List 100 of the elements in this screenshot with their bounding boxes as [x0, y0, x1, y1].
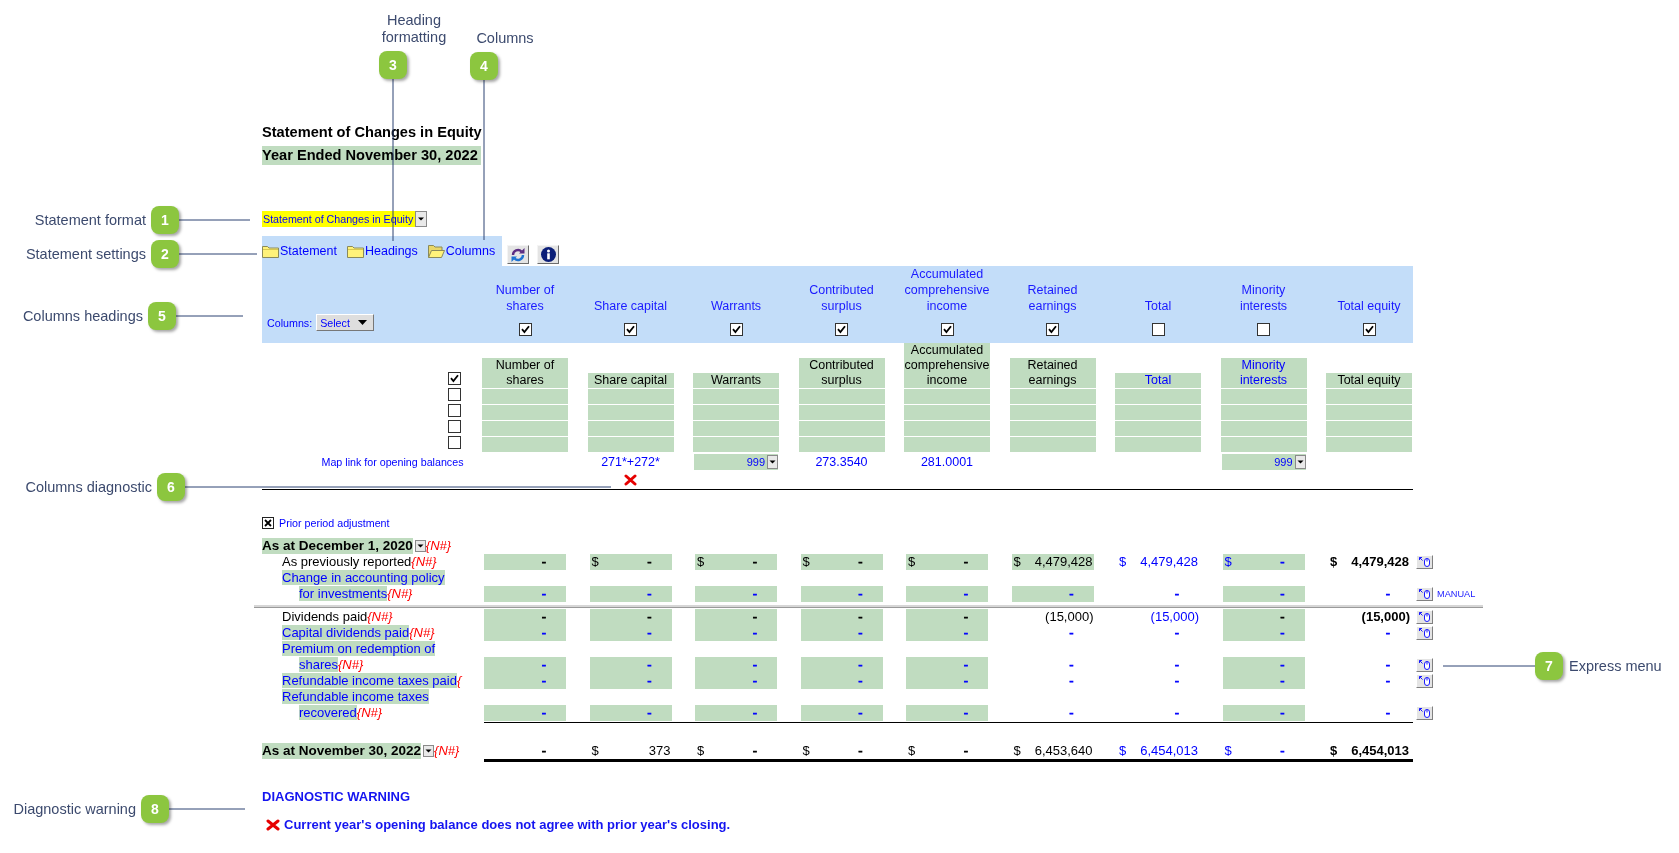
statement-format-dropdown[interactable]: Statement of Changes in Equity: [262, 211, 428, 227]
amount-field[interactable]: -: [484, 705, 566, 721]
amount-field[interactable]: -: [484, 673, 566, 689]
amount-field[interactable]: -: [1222, 673, 1305, 689]
heading-input-field[interactable]: [798, 421, 885, 436]
heading-input-field[interactable]: [1009, 389, 1096, 404]
checkbox[interactable]: [447, 404, 461, 417]
heading-input-field[interactable]: [1220, 389, 1307, 404]
amount-field[interactable]: -: [1222, 586, 1305, 602]
caret-icon[interactable]: [414, 540, 426, 552]
heading-input-field[interactable]: [693, 437, 779, 452]
settings-link[interactable]: Statement: [262, 243, 337, 259]
checkbox[interactable]: [624, 323, 637, 336]
amount-field[interactable]: -: [695, 586, 777, 602]
checkbox[interactable]: [1151, 323, 1165, 336]
amount-field[interactable]: -: [484, 609, 566, 625]
amount-field[interactable]: -: [484, 586, 566, 602]
checkbox[interactable]: [940, 323, 954, 336]
column-heading-cell[interactable]: Accumulated comprehensive income: [904, 343, 990, 388]
amount-field[interactable]: -: [695, 657, 777, 673]
heading-input-field[interactable]: [1326, 389, 1412, 404]
checkbox[interactable]: [729, 323, 743, 336]
amount-field[interactable]: -: [695, 673, 777, 689]
heading-input-field[interactable]: [904, 437, 990, 452]
heading-input-field[interactable]: [904, 389, 990, 404]
checkbox[interactable]: [835, 323, 848, 336]
heading-input-field[interactable]: [1115, 437, 1201, 452]
heading-input-field[interactable]: [904, 405, 990, 420]
express-menu-button[interactable]: [1416, 610, 1433, 624]
amount-field[interactable]: -: [906, 673, 988, 689]
heading-input-field[interactable]: [587, 421, 674, 436]
amount-field[interactable]: -: [484, 625, 566, 641]
heading-input-field[interactable]: [1115, 405, 1201, 420]
column-heading-cell[interactable]: Number of shares: [482, 358, 568, 388]
amount-field[interactable]: -: [906, 625, 988, 641]
column-heading-cell[interactable]: Minority interests: [1220, 358, 1307, 388]
heading-input-field[interactable]: [798, 389, 885, 404]
amount-field[interactable]: $ 4,479,428: [1011, 554, 1094, 570]
heading-input-field[interactable]: [1115, 421, 1201, 436]
heading-input-field[interactable]: [798, 437, 885, 452]
note-reference[interactable]: {N#}: [356, 705, 383, 720]
amount-field[interactable]: -: [906, 609, 988, 625]
heading-input-field[interactable]: [587, 405, 674, 420]
amount-field[interactable]: -: [589, 625, 672, 641]
amount-field[interactable]: -: [800, 705, 883, 721]
amount-field[interactable]: -: [800, 657, 883, 673]
heading-input-field[interactable]: [482, 437, 568, 452]
express-menu-button[interactable]: [1416, 587, 1433, 601]
express-menu-button[interactable]: [1416, 706, 1433, 720]
amount-field[interactable]: -: [800, 609, 883, 625]
heading-input-field[interactable]: [904, 421, 990, 436]
heading-input-field[interactable]: [1326, 437, 1412, 452]
heading-input-field[interactable]: [798, 405, 885, 420]
checkbox[interactable]: [447, 420, 461, 433]
note-reference[interactable]: {N#}: [434, 743, 460, 759]
heading-input-field[interactable]: [587, 437, 674, 452]
heading-input-field[interactable]: [693, 389, 779, 404]
express-menu-button[interactable]: [1416, 674, 1433, 688]
amount-field[interactable]: $ -: [589, 554, 672, 570]
column-heading-cell[interactable]: Total equity: [1326, 373, 1412, 388]
settings-link[interactable]: Columns: [427, 243, 496, 259]
note-reference[interactable]: {N#}: [411, 554, 437, 569]
column-heading-cell[interactable]: Contributed surplus: [798, 358, 885, 388]
checkbox[interactable]: [1362, 323, 1376, 336]
amount-field[interactable]: -: [484, 657, 566, 673]
note-reference[interactable]: {N#}: [387, 586, 413, 601]
amount-field[interactable]: $ -: [1222, 554, 1305, 570]
amount-field[interactable]: -: [800, 586, 883, 602]
amount-field[interactable]: -: [906, 586, 988, 602]
note-reference[interactable]: {N#}: [425, 538, 452, 554]
amount-field[interactable]: -: [906, 657, 988, 673]
note-reference[interactable]: {N#}: [367, 609, 393, 624]
amount-field[interactable]: -: [1222, 625, 1305, 641]
checkbox[interactable]: [518, 323, 532, 336]
heading-input-field[interactable]: [482, 405, 568, 420]
info-button[interactable]: [537, 245, 559, 264]
heading-input-field[interactable]: [1326, 421, 1412, 436]
amount-field[interactable]: -: [589, 673, 672, 689]
heading-input-field[interactable]: [1009, 421, 1096, 436]
amount-field[interactable]: -: [589, 609, 672, 625]
note-reference[interactable]: {N#}: [409, 625, 435, 640]
checkbox[interactable]: [447, 436, 461, 449]
heading-input-field[interactable]: [587, 389, 674, 404]
refresh-button[interactable]: [507, 245, 529, 264]
settings-link[interactable]: Headings: [347, 243, 418, 259]
column-heading-cell[interactable]: Share capital: [587, 373, 674, 388]
column-heading-cell[interactable]: Retained earnings: [1009, 358, 1096, 388]
amount-field[interactable]: $ -: [695, 554, 777, 570]
amount-field[interactable]: -: [695, 705, 777, 721]
heading-input-field[interactable]: [693, 421, 779, 436]
heading-input-field[interactable]: [482, 421, 568, 436]
checkbox[interactable]: [1257, 323, 1270, 336]
caret-icon[interactable]: [423, 745, 435, 757]
checkbox[interactable]: [262, 517, 274, 529]
map-dropdown[interactable]: 999: [1221, 454, 1306, 470]
column-heading-cell[interactable]: Warrants: [693, 373, 779, 388]
heading-input-field[interactable]: [1115, 389, 1201, 404]
amount-field[interactable]: -: [589, 586, 672, 602]
express-menu-button[interactable]: [1416, 658, 1433, 672]
amount-field[interactable]: -: [589, 657, 672, 673]
